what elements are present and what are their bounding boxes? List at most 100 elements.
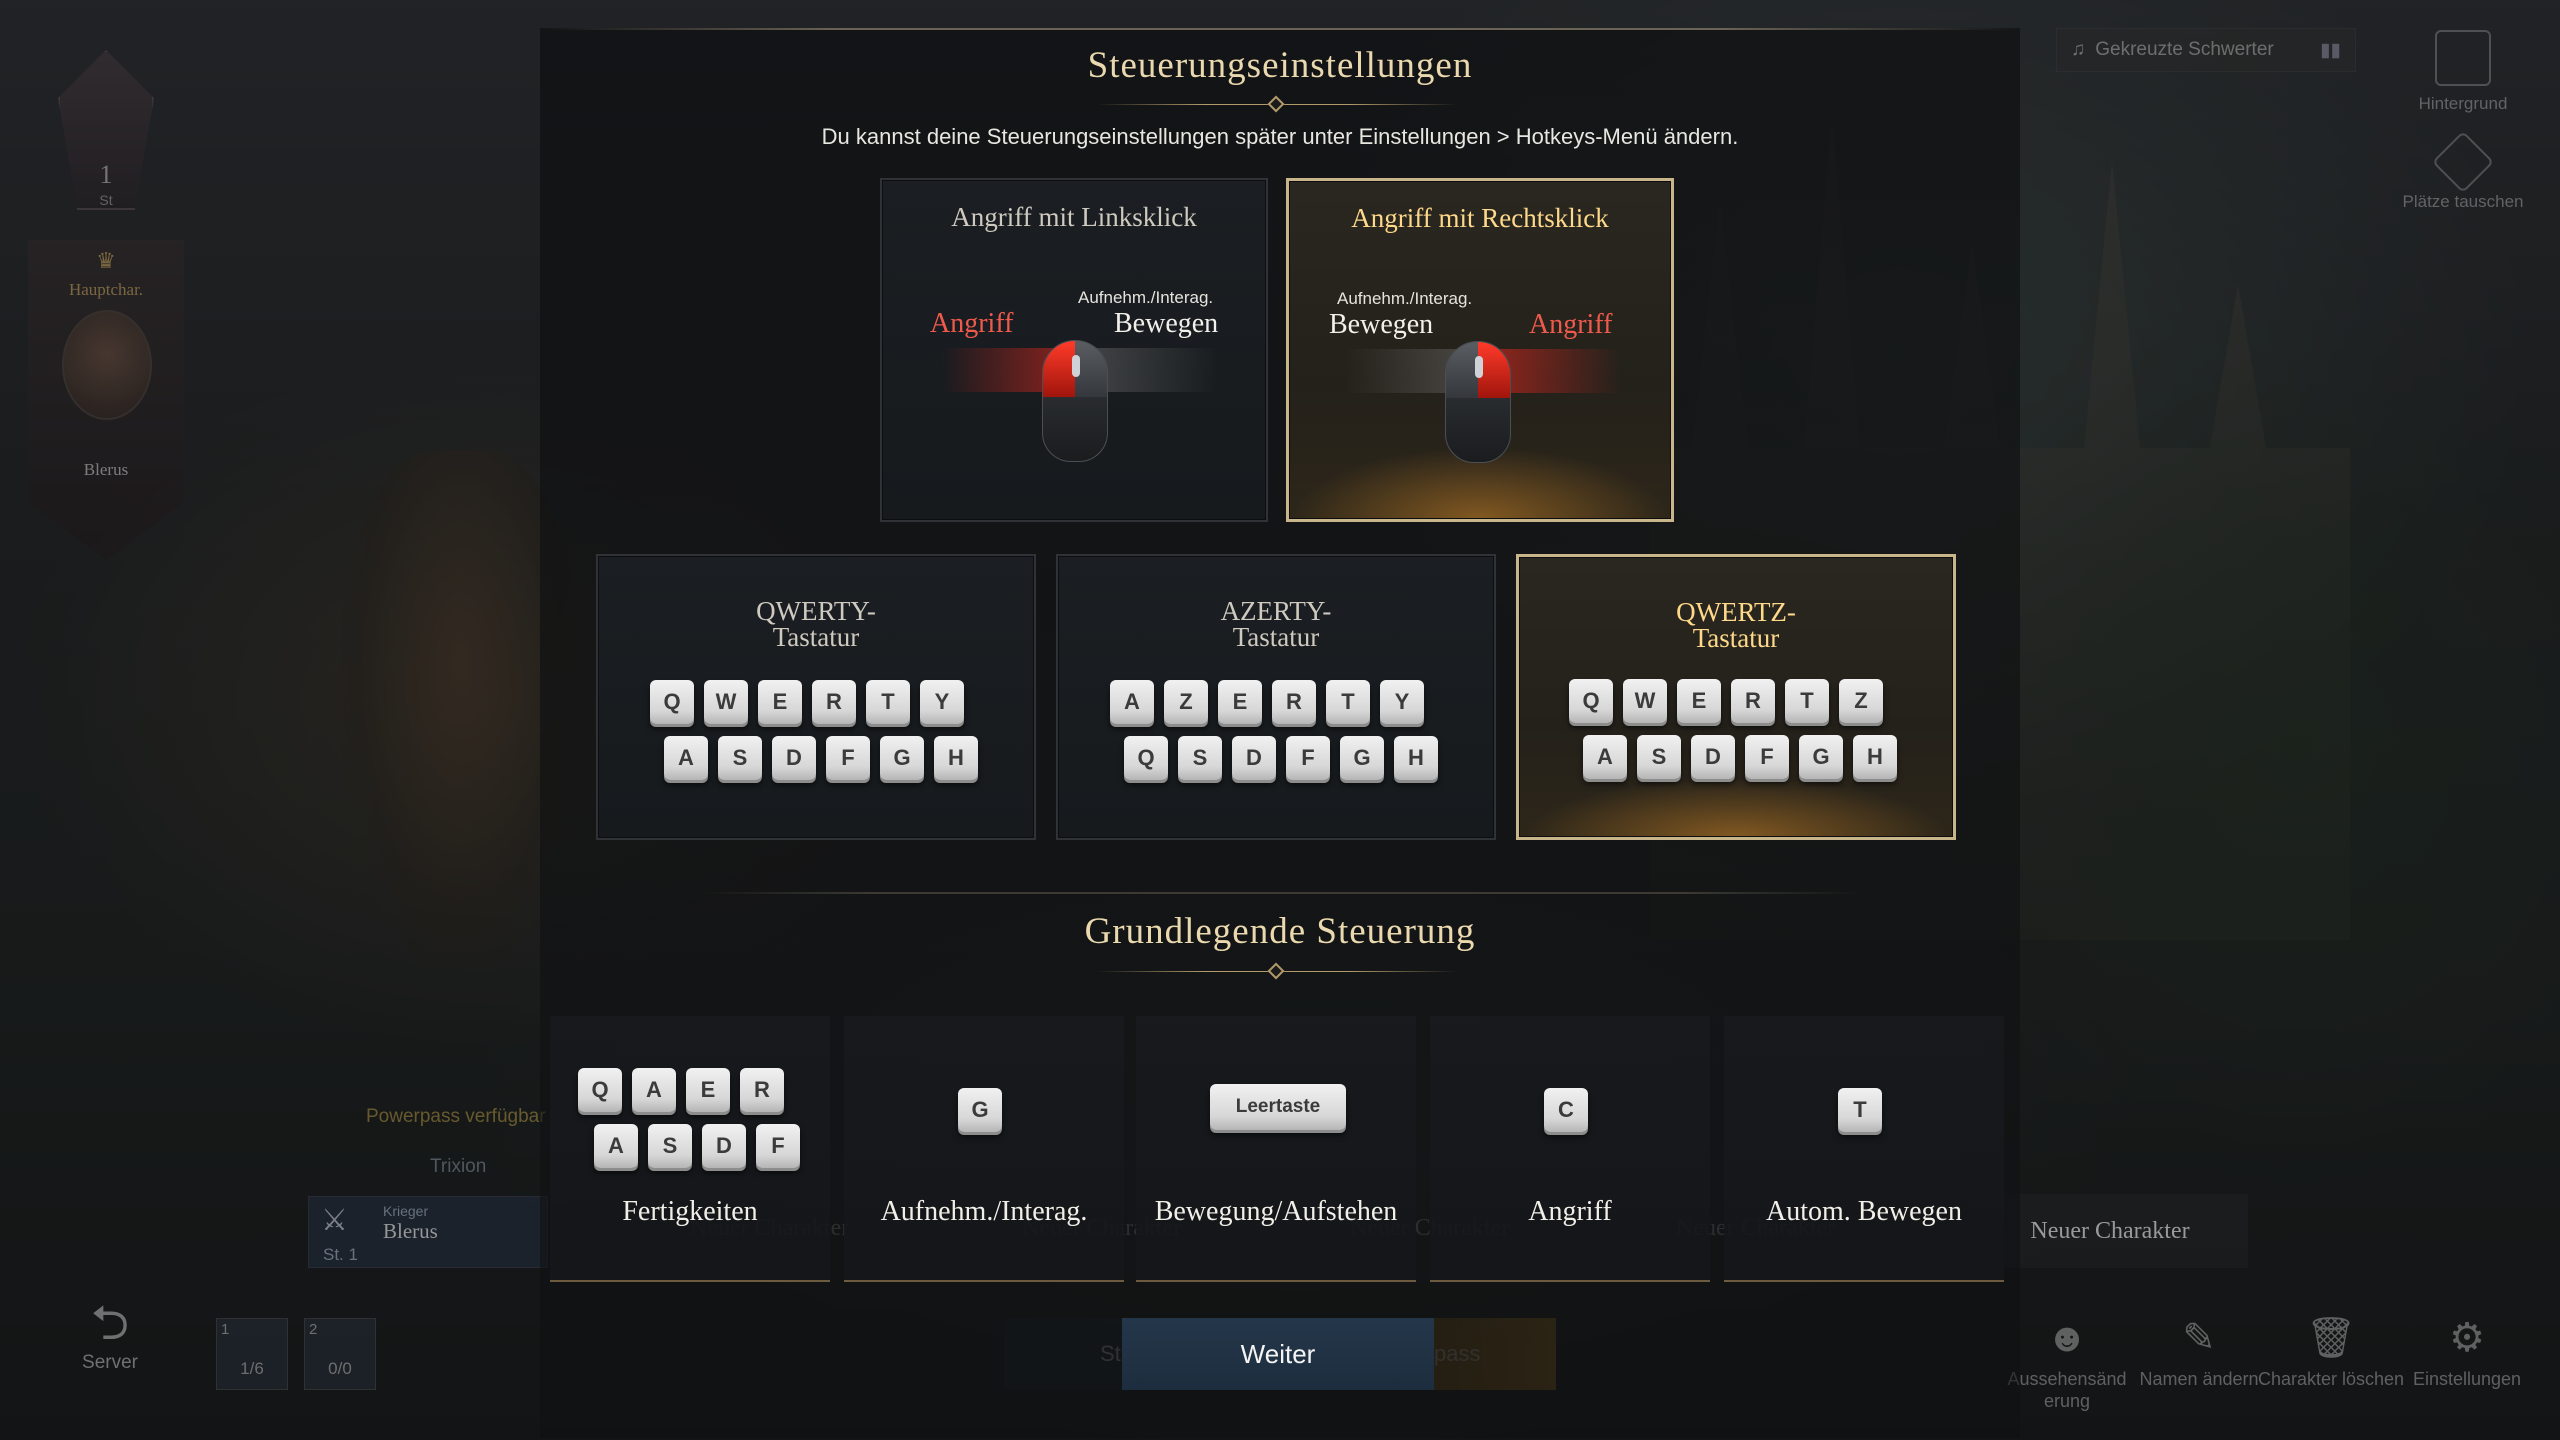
keycap: H (1394, 736, 1438, 780)
option-title: Angriff mit Linksklick (951, 202, 1197, 232)
keycap: Z (1839, 679, 1883, 723)
keycap: A (664, 736, 708, 780)
keycap: W (704, 680, 748, 724)
keycap: G (880, 736, 924, 780)
keycap: Z (1164, 680, 1208, 724)
keycap: H (1853, 735, 1897, 779)
keycap-space: Leertaste (1210, 1084, 1346, 1130)
keycap: D (702, 1124, 746, 1168)
rename-button: ✎ Namen ändern (2124, 1308, 2274, 1390)
swap-places-label: Plätze tauschen (2402, 192, 2524, 211)
warrior-class-icon: ⚔ (321, 1204, 348, 1237)
option-title-line1: QWERTY- (756, 596, 876, 626)
keycap: D (1232, 736, 1276, 780)
keycap: R (812, 680, 856, 724)
character-level: St. 1 (323, 1245, 358, 1264)
interact-label: Aufnehm./Interag. (1078, 288, 1214, 307)
keycap: A (1583, 735, 1627, 779)
mouse-wheel (1475, 356, 1483, 378)
interact-control-card: G Aufnehm./Interag. (844, 1016, 1124, 1282)
rename-label: Namen ändern (2139, 1369, 2259, 1389)
dialog-title: Steuerungseinstellungen (1087, 45, 1473, 86)
keycap: Q (1569, 679, 1613, 723)
keycap: E (686, 1068, 730, 1112)
option-title-line1: AZERTY- (1220, 596, 1332, 626)
keycap: Y (1380, 680, 1424, 724)
keycap: T (866, 680, 910, 724)
slot-index: 1 (221, 1321, 230, 1338)
keycap: E (1677, 679, 1721, 723)
move-control-card: Leertaste Bewegung/Aufstehen (1136, 1016, 1416, 1282)
move-label: Bewegen (1329, 309, 1434, 340)
character-slot-card: ⚔ Krieger Blerus St. 1 (308, 1196, 548, 1268)
background-button-label: Hintergrund (2418, 94, 2508, 113)
keycap: T (1785, 679, 1829, 723)
keycap: Q (1124, 736, 1168, 780)
right-click-attack-option[interactable]: Angriff mit Rechtsklick Aufnehm./Interag… (1286, 178, 1674, 522)
keycap: A (594, 1124, 638, 1168)
auto-move-control-card: T Autom. Bewegen (1724, 1016, 2004, 1282)
slot-count: 1/6 (240, 1359, 264, 1378)
control-label: Autom. Bewegen (1766, 1196, 1962, 1227)
qwertz-keyboard-option[interactable]: QWERTZ- Tastatur Q W E R T Z A S D F G H (1516, 554, 1956, 840)
control-label: Bewegung/Aufstehen (1154, 1196, 1398, 1227)
keycap: D (1691, 735, 1735, 779)
keycap: E (758, 680, 802, 724)
keycap: G (1340, 736, 1384, 780)
control-label: Angriff (1528, 1196, 1612, 1227)
keycap: F (1286, 736, 1330, 780)
mouse-icon (1445, 341, 1511, 463)
keycap: R (1272, 680, 1316, 724)
qwerty-keyboard-option[interactable]: QWERTY- Tastatur Q W E R T Y A S D F G H (596, 554, 1036, 840)
keycap: F (826, 736, 870, 780)
keycap: Q (578, 1068, 622, 1112)
mouse-wheel (1072, 355, 1080, 377)
settings-button: ⚙ Einstellungen (2392, 1308, 2542, 1390)
main-character-banner: ♛ Hauptchar. Blerus (28, 240, 184, 560)
keycap: Y (920, 680, 964, 724)
keycap: F (756, 1124, 800, 1168)
delete-character-label: Charakter löschen (2257, 1369, 2405, 1389)
keycap: S (648, 1124, 692, 1168)
keycap: T (1838, 1088, 1882, 1132)
keycap: E (1218, 680, 1262, 724)
option-title: Angriff mit Rechtsklick (1351, 203, 1609, 233)
control-label: Aufnehm./Interag. (880, 1196, 1088, 1227)
character-class: Krieger (383, 1203, 429, 1219)
option-title-line2: Tastatur (772, 622, 860, 652)
crown-icon: ♛ (96, 248, 116, 273)
powerpass-text: Powerpass verfügbar (366, 1106, 546, 1127)
azerty-keyboard-option[interactable]: AZERTY- Tastatur A Z E R T Y Q S D F G H (1056, 554, 1496, 840)
control-label: Fertigkeiten (622, 1196, 758, 1227)
keycap: T (1326, 680, 1370, 724)
gear-icon: ⚙ (2449, 1316, 2485, 1360)
left-click-attack-option[interactable]: Angriff mit Linksklick Angriff Aufnehm./… (880, 178, 1268, 522)
server-button: ⮌ Server (62, 1296, 158, 1374)
keycap: R (740, 1068, 784, 1112)
option-title-line2: Tastatur (1692, 623, 1780, 653)
keycap: A (1110, 680, 1154, 724)
slot-count: 0/0 (328, 1359, 352, 1378)
main-char-name: Blerus (83, 460, 129, 479)
continue-button[interactable]: Weiter (1122, 1318, 1434, 1390)
server-level: 1 (99, 160, 113, 189)
keycap: A (632, 1068, 676, 1112)
keycap: C (1544, 1088, 1588, 1132)
keycap: Q (650, 680, 694, 724)
keycap: D (772, 736, 816, 780)
appearance-change-label: Aussehensänd erung (2007, 1369, 2127, 1411)
return-arrow-icon: ⮌ (90, 1297, 130, 1350)
dialog-subtitle: Du kannst deine Steuerungseinstellungen … (821, 124, 1739, 149)
slot-index: 2 (309, 1321, 318, 1338)
server-button-label: Server (82, 1352, 138, 1373)
keycap: R (1731, 679, 1775, 723)
attack-glow (1493, 349, 1621, 393)
option-title-line2: Tastatur (1232, 622, 1320, 652)
skills-control-card: Q A E R A S D F Fertigkeiten (550, 1016, 830, 1282)
option-title-line1: QWERTZ- (1676, 597, 1796, 627)
keycap: G (958, 1088, 1002, 1132)
keycap: G (1799, 735, 1843, 779)
keycap: S (718, 736, 762, 780)
attack-label: Angriff (1529, 309, 1613, 340)
character-name: Blerus (383, 1219, 438, 1243)
